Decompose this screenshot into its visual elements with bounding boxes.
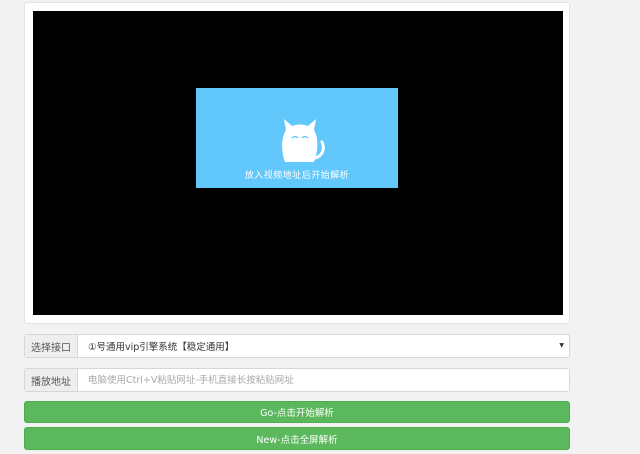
url-input[interactable]: [78, 369, 569, 391]
url-input-group: 播放地址: [24, 368, 570, 392]
interface-select-label: 选择接口: [25, 335, 78, 357]
player-placeholder: 放入视频地址后开始解析: [196, 88, 398, 188]
interface-select-group: 选择接口 ①号通用vip引擎系统【稳定通用】 ▼: [24, 334, 570, 358]
go-parse-button[interactable]: Go-点击开始解析: [24, 401, 570, 423]
video-player[interactable]: 放入视频地址后开始解析: [33, 11, 563, 315]
fullscreen-parse-button[interactable]: New-点击全屏解析: [24, 427, 570, 450]
chevron-down-icon: ▼: [559, 342, 564, 349]
interface-select-value: ①号通用vip引擎系统【稳定通用】: [88, 342, 235, 353]
interface-select[interactable]: ①号通用vip引擎系统【稳定通用】 ▼: [78, 335, 569, 357]
player-placeholder-text: 放入视频地址后开始解析: [244, 171, 350, 181]
video-player-frame: 放入视频地址后开始解析: [24, 2, 570, 324]
cat-icon: [282, 119, 325, 162]
url-input-label: 播放地址: [25, 369, 78, 391]
